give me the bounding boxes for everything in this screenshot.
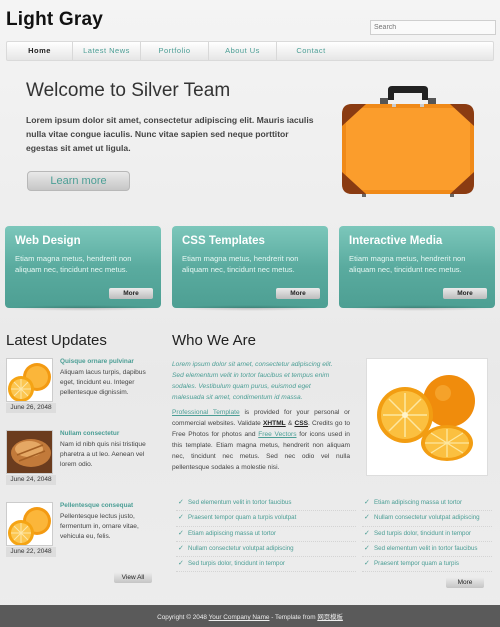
- list-item: ✓ Sed turpis dolor, tincidunt in tempor: [176, 557, 356, 573]
- who-we-are-heading: Who We Are: [172, 332, 256, 349]
- oranges-image: [377, 375, 475, 461]
- check-icon: ✓: [178, 514, 184, 522]
- nav-portfolio[interactable]: Portfolio: [141, 42, 209, 60]
- list-item: ✓ Praesent tempor quam a turpis: [362, 557, 492, 573]
- list-item-label: Sed elementum velit in tortor faucibus: [374, 544, 478, 552]
- list-item-label: Sed turpis dolor, tincidunt in tempor: [188, 560, 285, 568]
- xhtml-link[interactable]: XHTML: [263, 420, 286, 427]
- update-title[interactable]: Quisque ornare pulvinar: [60, 358, 134, 365]
- more-button[interactable]: More: [443, 288, 487, 299]
- update-text: Pellentesque lectus justo, fermentum in,…: [60, 513, 139, 540]
- free-vectors-link[interactable]: Free Vectors: [258, 431, 296, 438]
- list-item: ✓ Nullam consectetur volutpat adipiscing: [362, 511, 492, 527]
- footer-middle: - Template from: [269, 614, 318, 621]
- update-date: June 22, 2048: [6, 547, 56, 557]
- check-icon: ✓: [364, 514, 370, 522]
- list-item: ✓ Etiam adipiscing massa ut tortor: [362, 496, 492, 512]
- update-text: Aliquam lacus turpis, dapibus eget, tinc…: [60, 369, 146, 396]
- list-item: ✓ Etiam adipiscing massa ut tortor: [176, 527, 356, 542]
- main-nav: Home Latest News Portfolio About Us Cont…: [6, 41, 494, 61]
- bread-thumbnail[interactable]: [6, 430, 53, 474]
- nav-home[interactable]: Home: [7, 42, 73, 60]
- bullet-list-right: ✓ Etiam adipiscing massa ut tortor ✓ Nulla…: [362, 496, 492, 573]
- check-icon: ✓: [178, 544, 184, 552]
- footer-copyright: Copyright © 2048: [157, 614, 209, 621]
- who-body-text: Professional Template is provided for yo…: [172, 408, 350, 473]
- feature-box-title: Interactive Media: [349, 235, 443, 247]
- feature-box-text: Etiam magna metus, hendrerit non aliquam…: [349, 254, 466, 274]
- view-all-button[interactable]: View All: [114, 572, 152, 583]
- template-source-link[interactable]: 网页模板: [317, 614, 343, 621]
- list-item: ✓ Sed turpis dolor, tincidunt in tempor: [362, 527, 492, 542]
- nav-latest-news[interactable]: Latest News: [73, 42, 141, 60]
- box-shadow: [5, 305, 161, 311]
- nav-contact[interactable]: Contact: [277, 42, 345, 60]
- list-item-label: Praesent tempor quam a turpis: [374, 560, 459, 568]
- feature-box-css-templates: CSS Templates Etiam magna metus, hendrer…: [172, 226, 328, 308]
- list-item: ✓ Nullam consectetur volutpat adipiscing: [176, 542, 356, 558]
- latest-updates-heading: Latest Updates: [6, 332, 107, 349]
- feature-box-web-design: Web Design Etiam magna metus, hendrerit …: [5, 226, 161, 308]
- learn-more-button[interactable]: Learn more: [27, 171, 130, 191]
- orange-icon: [8, 363, 51, 401]
- check-icon: ✓: [178, 560, 184, 568]
- page: Light Gray Home Latest News Portfolio Ab…: [0, 0, 500, 627]
- check-icon: ✓: [364, 529, 370, 537]
- list-item-label: Etiam adipiscing massa ut tortor: [188, 529, 277, 537]
- bullet-list-left: ✓ Sed elementum velit in tortor faucibus …: [176, 496, 356, 573]
- hero-title: Welcome to Silver Team: [26, 80, 231, 101]
- css-link[interactable]: CSS: [294, 420, 308, 427]
- site-logo[interactable]: Light Gray: [6, 9, 103, 31]
- list-item: ✓ Sed elementum velit in tortor faucibus: [176, 496, 356, 512]
- update-text: Nam id nibh quis nisi tristique pharetra…: [60, 441, 146, 468]
- check-icon: ✓: [364, 499, 370, 506]
- orange-icon: [8, 507, 51, 545]
- nav-about-us[interactable]: About Us: [209, 42, 277, 60]
- list-item-label: Sed turpis dolor, tincidunt in tempor: [374, 529, 471, 537]
- feature-box-text: Etiam magna metus, hendrerit non aliquam…: [182, 254, 299, 274]
- suitcase-image: [342, 86, 474, 197]
- list-item: ✓ Praesent tempor quam a turpis volutpat: [176, 511, 356, 527]
- list-item-label: Nullam consectetur volutpat adipiscing: [374, 514, 480, 522]
- update-date: June 24, 2048: [6, 475, 56, 485]
- list-item: ✓ Sed elementum velit in tortor faucibus: [362, 542, 492, 558]
- bread-icon: [7, 431, 52, 473]
- orange-thumbnail[interactable]: [6, 502, 53, 546]
- footer: Copyright © 2048 Your Company Name - Tem…: [0, 605, 500, 627]
- feature-box-interactive-media: Interactive Media Etiam magna metus, hen…: [339, 226, 495, 308]
- check-icon: ✓: [364, 544, 370, 552]
- update-item: June 26, 2048 Quisque ornare pulvinar Al…: [6, 358, 156, 418]
- who-more-button[interactable]: More: [446, 577, 484, 588]
- check-icon: ✓: [178, 499, 184, 506]
- more-button[interactable]: More: [276, 288, 320, 299]
- orange-thumbnail[interactable]: [6, 358, 53, 402]
- hero-text: Lorem ipsum dolor sit amet, consectetur …: [26, 115, 314, 153]
- check-icon: ✓: [178, 529, 184, 537]
- box-shadow: [339, 305, 495, 311]
- list-item-label: Praesent tempor quam a turpis volutpat: [188, 514, 297, 522]
- update-title[interactable]: Nullam consectetur: [60, 430, 119, 437]
- feature-box-title: CSS Templates: [182, 235, 265, 247]
- professional-template-link[interactable]: Professional Template: [172, 409, 240, 416]
- who-intro-text: Lorem ipsum dolor sit amet, consectetur …: [172, 361, 333, 401]
- list-item-label: Nullam consectetur volutpat adipiscing: [188, 544, 294, 552]
- feature-box-text: Etiam magna metus, hendrerit non aliquam…: [15, 254, 132, 274]
- update-item: June 24, 2048 Nullam consectetur Nam id …: [6, 430, 156, 490]
- list-item-label: Etiam adipiscing massa ut tortor: [374, 499, 463, 506]
- update-item: June 22, 2048 Pellentesque consequat Pel…: [6, 502, 156, 562]
- update-title[interactable]: Pellentesque consequat: [60, 502, 133, 509]
- footer-text: Copyright © 2048 Your Company Name - Tem…: [0, 612, 500, 621]
- oranges-image-frame: [366, 358, 488, 476]
- more-button[interactable]: More: [109, 288, 153, 299]
- feature-box-title: Web Design: [15, 235, 81, 247]
- update-date: June 26, 2048: [6, 403, 56, 413]
- check-icon: ✓: [364, 560, 370, 568]
- box-shadow: [172, 305, 328, 311]
- company-link[interactable]: Your Company Name: [209, 614, 270, 621]
- list-item-label: Sed elementum velit in tortor faucibus: [188, 499, 292, 506]
- search-input[interactable]: [370, 20, 496, 35]
